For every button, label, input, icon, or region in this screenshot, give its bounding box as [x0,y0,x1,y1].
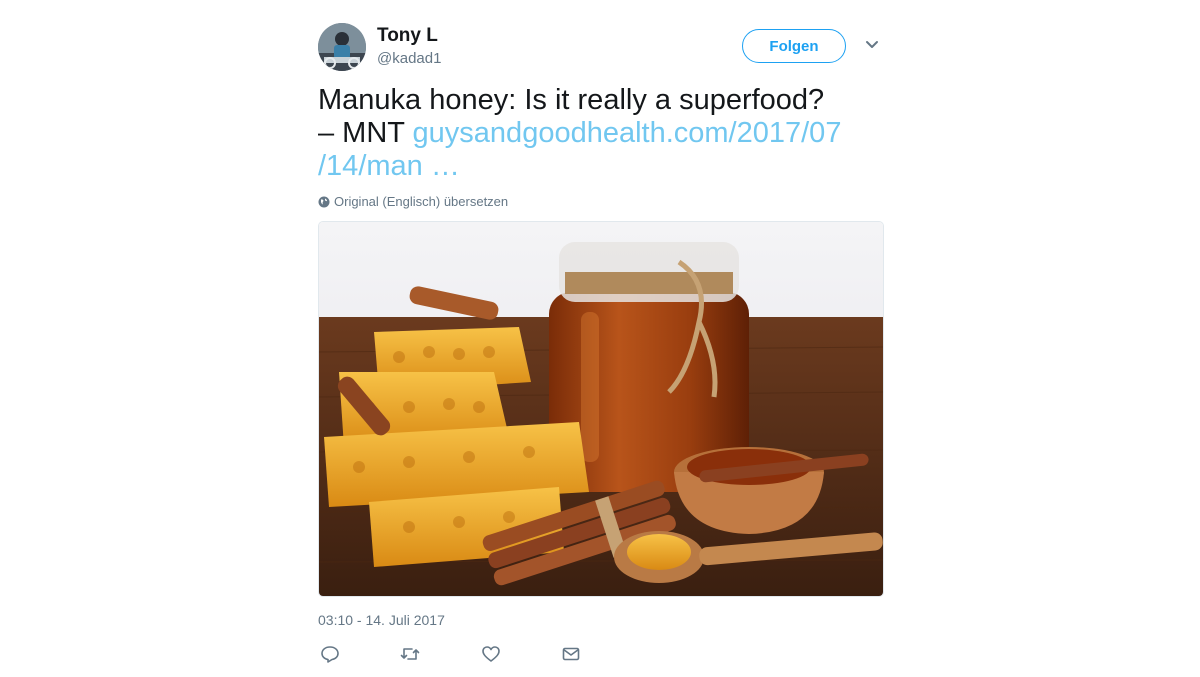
tweet-card: Tony L @kadad1 Folgen Manuka honey: Is i… [318,20,884,670]
avatar-image [318,23,366,71]
tweet-link-part-1[interactable]: guysandgoodhealth.com/2017/07 [413,117,842,149]
follow-button[interactable]: Folgen [742,29,846,63]
like-button[interactable] [481,644,503,666]
user-name[interactable]: Tony L [377,25,438,47]
tweet-timestamp[interactable]: 03:10 - 14. Juli 2017 [318,612,445,628]
reply-icon [321,646,339,663]
globe-icon [318,196,330,207]
chevron-down-icon[interactable] [865,40,879,50]
heart-icon [482,646,500,662]
retweet-button[interactable] [400,644,422,666]
tweet-actions [318,644,618,666]
avatar[interactable] [318,23,366,71]
tweet-link-part-2[interactable]: /14/man [318,150,423,182]
translate-label[interactable]: Original (Englisch) übersetzen [334,194,508,209]
envelope-icon [562,647,580,661]
retweet-icon [400,648,420,660]
tweet-text-line-1: Manuka honey: Is it really a superfood? [318,84,825,116]
tweet-link-ellipsis[interactable]: … [423,150,460,182]
tweet-media-image[interactable] [318,221,884,597]
translate-link[interactable]: Original (Englisch) übersetzen [318,194,508,209]
user-handle[interactable]: @kadad1 [377,50,441,67]
direct-message-button[interactable] [561,644,583,666]
honey-photo [319,222,883,596]
reply-button[interactable] [320,644,342,666]
tweet-text: Manuka honey: Is it really a superfood? … [318,84,858,183]
tweet-text-prefix: – MNT [318,117,413,149]
